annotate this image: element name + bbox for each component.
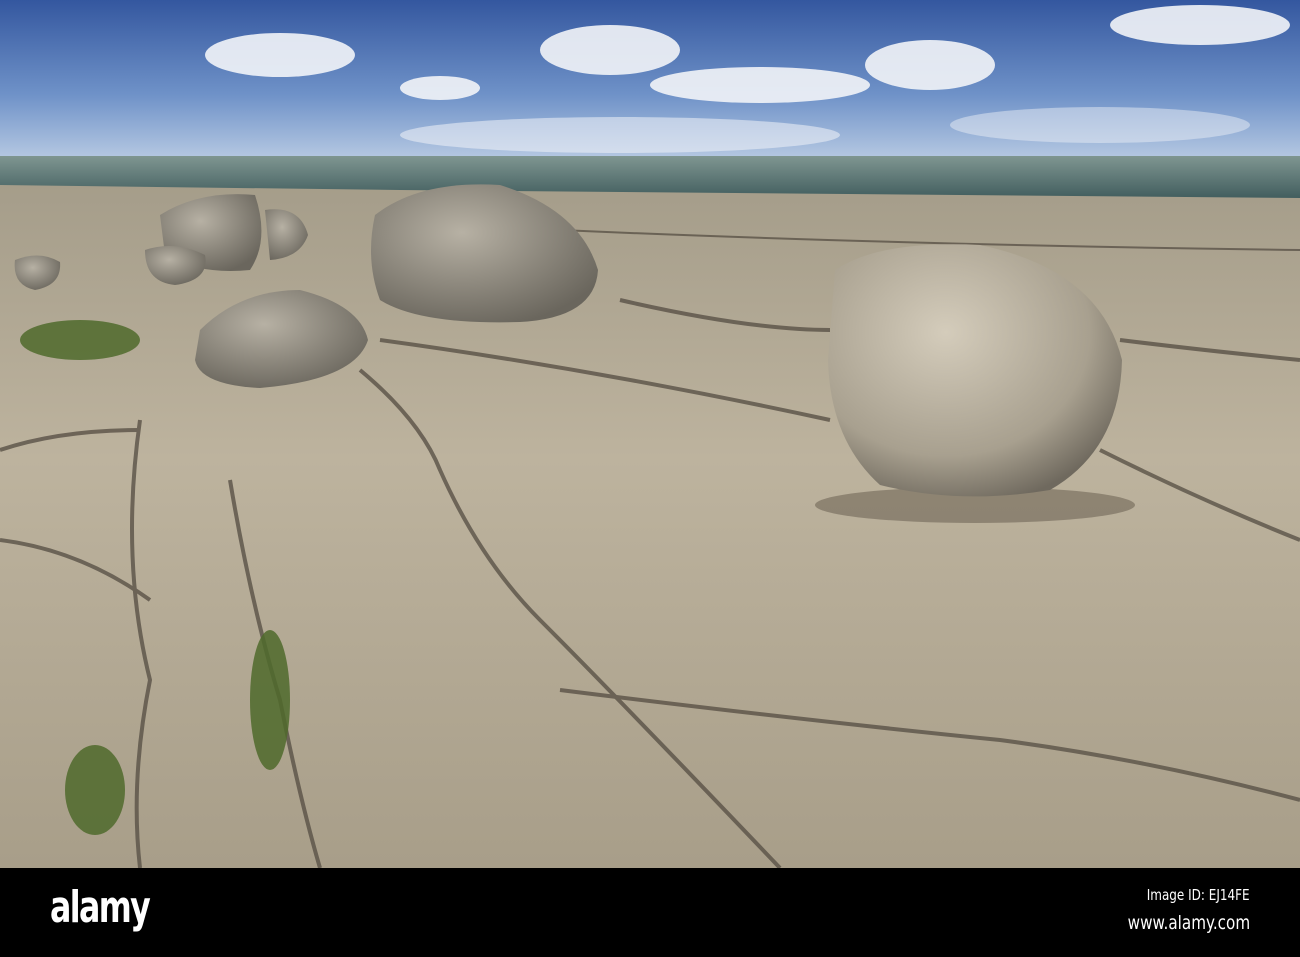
watermark-bar: alamy Image ID: EJ14FE www.alamy.com [0,868,1300,957]
limestone-pavement [0,185,1300,868]
alamy-logo: alamy [50,882,151,933]
image-id-label: Image ID: EJ14FE [1147,886,1250,904]
website-link[interactable]: www.alamy.com [1127,912,1250,934]
landscape-photo [0,0,1300,868]
